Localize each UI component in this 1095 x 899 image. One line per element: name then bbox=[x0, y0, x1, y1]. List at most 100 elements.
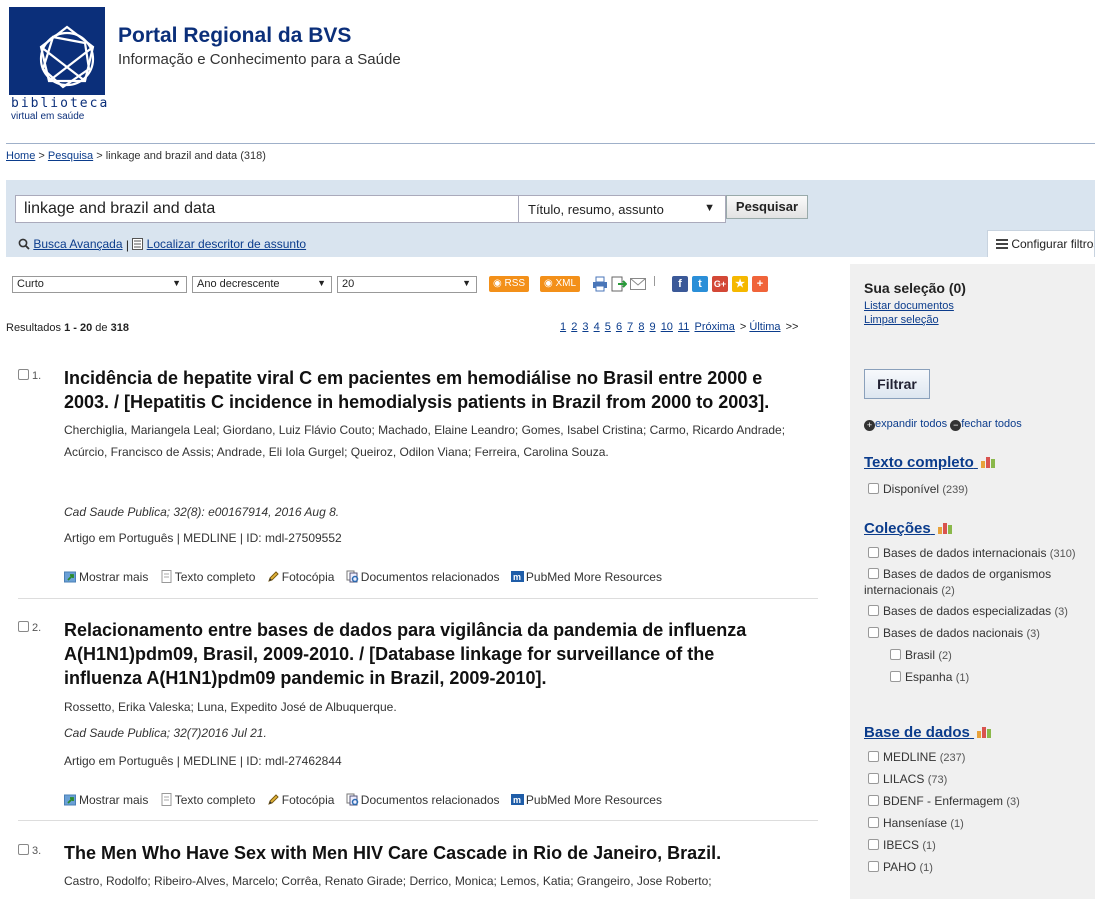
filter-checkbox[interactable] bbox=[868, 861, 879, 872]
photocopy-action[interactable]: Fotocópia bbox=[267, 793, 334, 807]
filter-item[interactable]: Bases de dados nacionais (3) bbox=[868, 626, 1040, 640]
filter-item[interactable]: Espanha (1) bbox=[890, 670, 969, 684]
configure-filters-tab[interactable]: Configurar filtros bbox=[987, 230, 1095, 257]
filter-checkbox[interactable] bbox=[868, 795, 879, 806]
page-link[interactable]: 11 bbox=[678, 321, 689, 333]
filter-count: (3) bbox=[1006, 796, 1020, 808]
result-title[interactable]: Relacionamento entre bases de dados para… bbox=[64, 618, 784, 690]
filter-checkbox[interactable] bbox=[890, 671, 901, 682]
advanced-search-link[interactable]: Busca Avançada bbox=[33, 237, 122, 251]
filter-item[interactable]: Bases de dados de organismos bbox=[868, 567, 1051, 581]
export-icon[interactable] bbox=[611, 276, 627, 292]
rss-icon: ◉ bbox=[493, 278, 505, 289]
filter-group-fulltext[interactable]: Texto completo bbox=[864, 454, 997, 471]
filter-item[interactable]: Disponível (239) bbox=[868, 482, 968, 496]
search-field-value: Título, resumo, assunto bbox=[528, 202, 664, 217]
result-title[interactable]: Incidência de hepatite viral C em pacien… bbox=[64, 366, 784, 414]
show-more-action[interactable]: Mostrar mais bbox=[64, 570, 148, 584]
filter-label: Bases de dados internacionais bbox=[883, 546, 1047, 560]
filter-label: Hanseníase bbox=[883, 816, 948, 830]
filter-checkbox[interactable] bbox=[868, 483, 879, 494]
per-page-select[interactable]: 20 ▼ bbox=[337, 276, 477, 293]
last-page-link[interactable]: Última bbox=[749, 321, 780, 333]
page-link[interactable]: 7 bbox=[627, 321, 633, 333]
show-more-action[interactable]: Mostrar mais bbox=[64, 793, 148, 807]
related-docs-action[interactable]: Documentos relacionados bbox=[346, 793, 500, 807]
expand-all-control[interactable]: + expandir todos bbox=[864, 418, 947, 431]
bvs-logo[interactable]: bvs biblioteca virtual em saúde bbox=[9, 7, 107, 123]
filter-checkbox[interactable] bbox=[890, 649, 901, 660]
page-link[interactable]: 2 bbox=[571, 321, 577, 333]
photocopy-action[interactable]: Fotocópia bbox=[267, 570, 334, 584]
filter-item[interactable]: IBECS (1) bbox=[868, 838, 936, 852]
filter-item[interactable]: Bases de dados especializadas (3) bbox=[868, 604, 1068, 618]
related-docs-label: Documentos relacionados bbox=[360, 793, 500, 807]
breadcrumb-home-link[interactable]: Home bbox=[6, 150, 35, 162]
filter-checkbox[interactable] bbox=[868, 839, 879, 850]
page-link[interactable]: 8 bbox=[638, 321, 644, 333]
related-docs-icon bbox=[346, 793, 359, 806]
filter-item[interactable]: MEDLINE (237) bbox=[868, 750, 965, 764]
page-link[interactable]: 4 bbox=[594, 321, 600, 333]
page-link[interactable]: 3 bbox=[582, 321, 588, 333]
page-link[interactable]: 10 bbox=[661, 321, 673, 333]
filter-item[interactable]: Hanseníase (1) bbox=[868, 816, 964, 830]
search-input[interactable] bbox=[15, 195, 520, 223]
filter-checkbox[interactable] bbox=[868, 817, 879, 828]
list-documents-link[interactable]: Listar documentos bbox=[864, 300, 954, 312]
portal-subtitle: Informação e Conhecimento para a Saúde bbox=[118, 51, 401, 68]
format-select[interactable]: Curto ▼ bbox=[12, 276, 187, 293]
facebook-share-icon[interactable]: f bbox=[672, 276, 688, 292]
filter-item[interactable]: Bases de dados internacionais (310) bbox=[868, 546, 1075, 560]
add-share-icon[interactable]: + bbox=[752, 276, 768, 292]
bar-chart-icon[interactable] bbox=[937, 521, 954, 534]
page-link[interactable]: 5 bbox=[605, 321, 611, 333]
filter-item[interactable]: Brasil (2) bbox=[890, 648, 952, 662]
toolbar-divider bbox=[654, 276, 655, 286]
filter-checkbox[interactable] bbox=[868, 605, 879, 616]
filter-checkbox[interactable] bbox=[868, 568, 879, 579]
favorite-star-icon[interactable]: ★ bbox=[732, 276, 748, 292]
result-source: Cad Saude Publica; 32(7)2016 Jul 21. bbox=[64, 726, 267, 740]
sort-select[interactable]: Ano decrescente ▼ bbox=[192, 276, 332, 293]
clear-selection-link[interactable]: Limpar seleção bbox=[864, 314, 939, 326]
descriptor-search-link[interactable]: Localizar descritor de assunto bbox=[147, 237, 306, 251]
print-icon[interactable] bbox=[592, 276, 608, 292]
filter-item[interactable]: BDENF - Enfermagem (3) bbox=[868, 794, 1020, 808]
rss-button[interactable]: ◉ RSS bbox=[489, 276, 530, 292]
twitter-share-icon[interactable]: t bbox=[692, 276, 708, 292]
bar-chart-icon[interactable] bbox=[977, 725, 993, 738]
filter-checkbox[interactable] bbox=[868, 751, 879, 762]
fulltext-action[interactable]: Texto completo bbox=[160, 793, 255, 807]
next-page-link[interactable]: Próxima bbox=[694, 321, 734, 333]
search-field-select[interactable]: Título, resumo, assunto ▼ bbox=[518, 195, 726, 223]
result-title[interactable]: The Men Who Have Sex with Men HIV Care C… bbox=[64, 841, 784, 865]
breadcrumb-search-link[interactable]: Pesquisa bbox=[48, 150, 93, 162]
page-link[interactable]: 9 bbox=[650, 321, 656, 333]
search-button[interactable]: Pesquisar bbox=[726, 195, 808, 219]
filter-checkbox[interactable] bbox=[868, 773, 879, 784]
filter-count: (1) bbox=[955, 672, 970, 684]
related-docs-action[interactable]: Documentos relacionados bbox=[346, 570, 500, 584]
page-link[interactable]: 1 bbox=[560, 321, 566, 333]
fulltext-action[interactable]: Texto completo bbox=[160, 570, 255, 584]
xml-button[interactable]: ◉ XML bbox=[540, 276, 581, 292]
collapse-all-control[interactable]: − fechar todos bbox=[950, 418, 1022, 431]
result-checkbox[interactable] bbox=[18, 621, 29, 632]
filter-checkbox[interactable] bbox=[868, 547, 879, 558]
filter-item[interactable]: PAHO (1) bbox=[868, 860, 933, 874]
filter-item[interactable]: LILACS (73) bbox=[868, 772, 947, 786]
filter-button[interactable]: Filtrar bbox=[864, 369, 930, 399]
pubmed-action[interactable]: m PubMed More Resources bbox=[510, 570, 662, 584]
filter-checkbox[interactable] bbox=[868, 627, 879, 638]
bar-chart-icon[interactable] bbox=[980, 455, 997, 468]
portal-title[interactable]: Portal Regional da BVS bbox=[118, 24, 351, 48]
email-icon[interactable] bbox=[630, 278, 646, 290]
filter-group-databases[interactable]: Base de dados bbox=[864, 724, 993, 741]
filter-group-collections[interactable]: Coleções bbox=[864, 520, 954, 537]
pubmed-action[interactable]: m PubMed More Resources bbox=[510, 793, 662, 807]
google-plus-share-icon[interactable]: G+ bbox=[712, 276, 728, 292]
result-checkbox[interactable] bbox=[18, 844, 29, 855]
page-link[interactable]: 6 bbox=[616, 321, 622, 333]
result-checkbox[interactable] bbox=[18, 369, 29, 380]
